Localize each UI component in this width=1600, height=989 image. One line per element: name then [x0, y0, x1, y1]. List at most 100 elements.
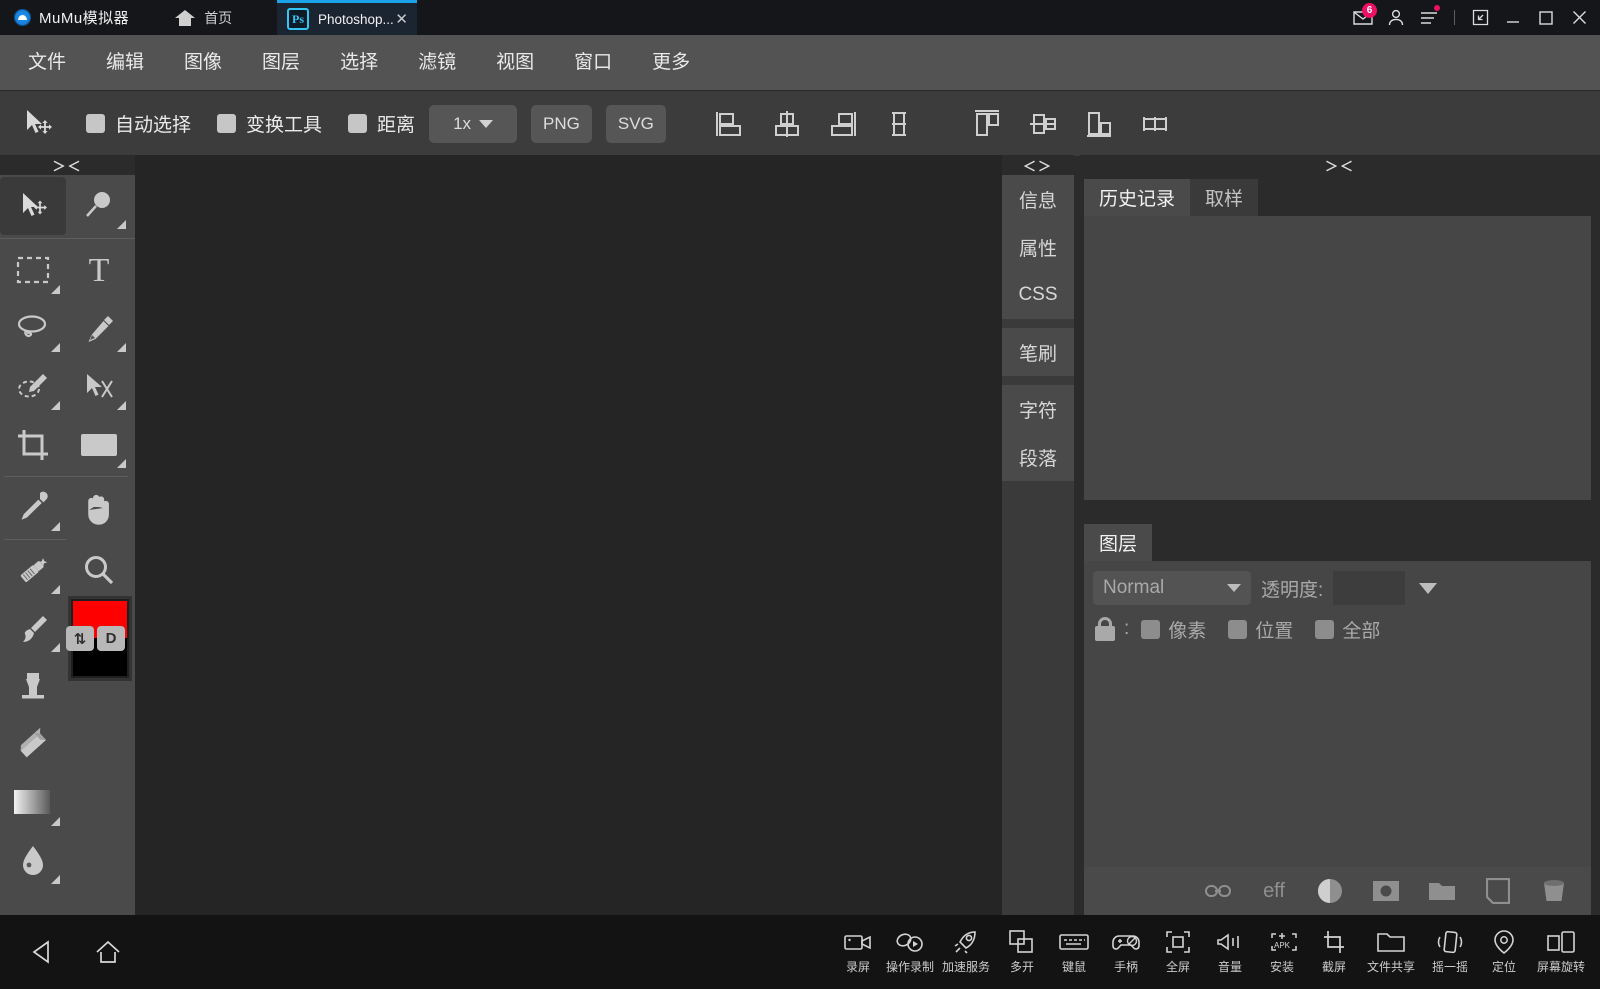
tool-blur[interactable] — [0, 832, 66, 890]
swap-colors-icon[interactable]: ⇅ — [66, 626, 94, 651]
opacity-input[interactable] — [1333, 571, 1405, 605]
mail-icon[interactable]: 6 — [1348, 0, 1378, 35]
tab-photoshop[interactable]: Ps Photoshop... ✕ — [277, 0, 417, 35]
user-icon[interactable] — [1381, 0, 1411, 35]
bottom-gamepad[interactable]: 手柄 — [1100, 915, 1152, 989]
bottom-screen-rotate[interactable]: 屏幕旋转 — [1530, 915, 1592, 989]
align-bottom-icon[interactable] — [1076, 101, 1122, 147]
tool-pen[interactable] — [66, 300, 132, 358]
zoom-scale-select[interactable]: 1x — [429, 105, 517, 143]
checkbox-box[interactable] — [217, 114, 236, 133]
tool-crop[interactable] — [0, 416, 66, 474]
move-tool-icon[interactable] — [16, 102, 60, 146]
vtab-css[interactable]: CSS — [1002, 271, 1074, 319]
close-window-icon[interactable] — [1564, 0, 1594, 35]
export-svg-button[interactable]: SVG — [606, 105, 666, 143]
menu-file[interactable]: 文件 — [12, 35, 82, 90]
back-triangle-icon[interactable] — [16, 915, 68, 989]
tool-path-select[interactable] — [66, 358, 132, 416]
adjustment-layer-icon[interactable] — [1315, 876, 1345, 906]
bottom-keyboard-mouse[interactable]: 键鼠 — [1048, 915, 1100, 989]
checkbox-box[interactable] — [86, 114, 105, 133]
bottom-macro-record[interactable]: 操作录制 — [884, 915, 936, 989]
restore-window-icon[interactable] — [1465, 0, 1495, 35]
tool-shape-rectangle[interactable] — [66, 416, 132, 474]
layer-effects-icon[interactable]: eff — [1259, 876, 1289, 906]
vertical-tabs-collapse-button[interactable]: ＜＞ — [1002, 155, 1074, 175]
menu-select[interactable]: 选择 — [324, 35, 394, 90]
distribute-vertical-icon[interactable] — [876, 101, 922, 147]
tool-lasso[interactable] — [0, 300, 66, 358]
tab-layers[interactable]: 图层 — [1084, 524, 1152, 561]
checkbox-distance[interactable]: 距离 — [348, 110, 415, 137]
bottom-install-apk[interactable]: APK 安装 — [1256, 915, 1308, 989]
tab-history[interactable]: 历史记录 — [1084, 179, 1190, 216]
home-outline-icon[interactable] — [82, 915, 134, 989]
minimize-window-icon[interactable] — [1498, 0, 1528, 35]
blend-mode-select[interactable]: Normal — [1093, 571, 1251, 605]
checkbox-box[interactable] — [348, 114, 367, 133]
bottom-fullscreen[interactable]: 全屏 — [1152, 915, 1204, 989]
vtab-properties[interactable]: 属性 — [1002, 223, 1074, 271]
delete-layer-icon[interactable] — [1539, 876, 1569, 906]
new-group-icon[interactable] — [1427, 876, 1457, 906]
menu-edit[interactable]: 编辑 — [90, 35, 160, 90]
default-colors-button[interactable]: D — [97, 626, 125, 651]
tool-magnifier[interactable] — [66, 177, 132, 235]
bottom-boost-service[interactable]: 加速服务 — [936, 915, 996, 989]
bottom-file-share[interactable]: 文件共享 — [1360, 915, 1422, 989]
toolbox-collapse-button[interactable]: ＞＜ — [0, 155, 135, 175]
distribute-horizontal-icon[interactable] — [1132, 101, 1178, 147]
tool-healing-brush[interactable] — [0, 542, 66, 600]
lock-position-checkbox[interactable] — [1228, 620, 1247, 639]
vtab-character[interactable]: 字符 — [1002, 385, 1074, 433]
tool-eraser[interactable] — [0, 716, 66, 774]
home-tab[interactable]: 首页 — [175, 8, 232, 28]
bottom-multi-instance[interactable]: 多开 — [996, 915, 1048, 989]
align-left-icon[interactable] — [708, 101, 754, 147]
checkbox-transform-tool[interactable]: 变换工具 — [217, 110, 322, 137]
align-right-icon[interactable] — [820, 101, 866, 147]
close-icon[interactable]: ✕ — [395, 12, 408, 27]
maximize-window-icon[interactable] — [1531, 0, 1561, 35]
tool-move[interactable] — [0, 177, 66, 235]
menu-more[interactable]: 更多 — [636, 35, 706, 90]
tool-type[interactable]: T — [66, 242, 132, 300]
vtab-paragraph[interactable]: 段落 — [1002, 433, 1074, 481]
align-center-vertical-icon[interactable] — [1020, 101, 1066, 147]
history-list[interactable] — [1084, 216, 1591, 512]
layers-list[interactable] — [1084, 646, 1591, 867]
lock-pixels-checkbox[interactable] — [1141, 620, 1160, 639]
tool-clone-stamp[interactable] — [0, 658, 66, 716]
bottom-screenshot[interactable]: 截屏 — [1308, 915, 1360, 989]
menu-filter[interactable]: 滤镜 — [402, 35, 472, 90]
vtab-brush[interactable]: 笔刷 — [1002, 328, 1074, 376]
tool-marquee-select[interactable] — [0, 242, 66, 300]
tool-gradient[interactable] — [0, 774, 66, 832]
tool-zoom[interactable] — [66, 542, 132, 600]
tool-brush[interactable] — [0, 600, 66, 658]
checkbox-auto-select[interactable]: 自动选择 — [86, 110, 191, 137]
link-layers-icon[interactable] — [1203, 876, 1233, 906]
export-png-button[interactable]: PNG — [531, 105, 592, 143]
hamburger-menu-icon[interactable] — [1414, 0, 1444, 35]
menu-image[interactable]: 图像 — [168, 35, 238, 90]
menu-window[interactable]: 窗口 — [558, 35, 628, 90]
vtab-info[interactable]: 信息 — [1002, 175, 1074, 223]
new-layer-icon[interactable] — [1483, 876, 1513, 906]
bottom-volume[interactable]: 音量 — [1204, 915, 1256, 989]
tab-sampling[interactable]: 取样 — [1190, 179, 1258, 216]
menu-view[interactable]: 视图 — [480, 35, 550, 90]
align-top-icon[interactable] — [964, 101, 1010, 147]
lock-all-checkbox[interactable] — [1315, 620, 1334, 639]
bottom-record-screen[interactable]: 录屏 — [832, 915, 884, 989]
layer-mask-icon[interactable] — [1371, 876, 1401, 906]
bottom-location[interactable]: 定位 — [1478, 915, 1530, 989]
chevron-down-icon[interactable] — [1419, 583, 1437, 594]
canvas-area[interactable] — [135, 155, 1002, 915]
right-panel-collapse-button[interactable]: ＞＜ — [1080, 155, 1600, 175]
menu-layer[interactable]: 图层 — [246, 35, 316, 90]
align-center-horizontal-icon[interactable] — [764, 101, 810, 147]
tool-quick-select[interactable] — [0, 358, 66, 416]
tool-hand[interactable] — [66, 479, 132, 537]
